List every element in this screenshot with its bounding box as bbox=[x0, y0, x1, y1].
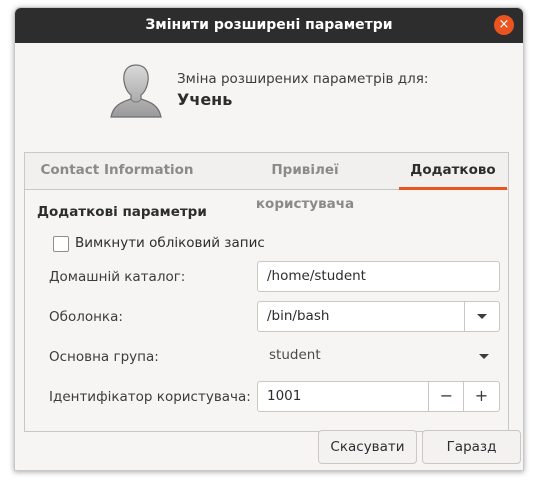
ok-button[interactable]: Гаразд bbox=[422, 430, 521, 464]
primary-group-value: student bbox=[269, 347, 321, 363]
chevron-down-icon bbox=[477, 314, 487, 319]
home-directory-value: /home/student bbox=[267, 268, 366, 284]
disable-account-label: Вимкнути обліковий запис bbox=[75, 235, 265, 251]
shell-dropdown-button[interactable] bbox=[464, 302, 499, 331]
user-id-value: 1001 bbox=[267, 388, 302, 404]
cancel-button[interactable]: Скасувати bbox=[318, 430, 417, 464]
tab-user-privileges[interactable]: Привілеї користувача bbox=[221, 153, 389, 212]
settings-notebook: Contact Information Привілеї користувача… bbox=[24, 152, 509, 432]
chevron-down-icon bbox=[479, 354, 489, 359]
dialog-title: Змінити розширені параметри bbox=[145, 17, 393, 33]
checkbox-box[interactable] bbox=[53, 236, 69, 252]
header-subtitle: Зміна розширених параметрів для: bbox=[177, 71, 429, 87]
primary-group-select[interactable]: student bbox=[257, 341, 500, 372]
close-button[interactable]: × bbox=[494, 15, 514, 35]
user-avatar-icon bbox=[110, 64, 162, 118]
shell-value: /bin/bash bbox=[267, 308, 330, 324]
shell-label: Оболонка: bbox=[49, 309, 123, 325]
header-user-name: Учень bbox=[177, 90, 233, 109]
increment-button[interactable]: + bbox=[463, 382, 499, 411]
user-id-label: Ідентифікатор користувача: bbox=[49, 389, 251, 405]
primary-group-label: Основна група: bbox=[49, 349, 159, 365]
tab-advanced[interactable]: Додатково bbox=[399, 153, 507, 190]
user-id-spinbutton[interactable]: 1001 − + bbox=[257, 381, 500, 412]
plus-icon: + bbox=[474, 386, 489, 405]
decrement-button[interactable]: − bbox=[428, 382, 464, 411]
close-icon: × bbox=[498, 17, 510, 32]
shell-combo[interactable]: /bin/bash bbox=[257, 301, 500, 332]
title-bar[interactable]: Змінити розширені параметри × bbox=[15, 8, 523, 43]
home-directory-input[interactable]: /home/student bbox=[257, 261, 500, 292]
home-directory-label: Домашній каталог: bbox=[49, 269, 186, 285]
minus-icon: − bbox=[439, 386, 454, 405]
tab-contact-information[interactable]: Contact Information bbox=[34, 153, 200, 189]
tab-bar: Contact Information Привілеї користувача… bbox=[25, 153, 508, 212]
dialog-window: Змінити розширені параметри × Зміна розш… bbox=[14, 7, 524, 471]
section-title: Додаткові параметри bbox=[37, 204, 207, 220]
